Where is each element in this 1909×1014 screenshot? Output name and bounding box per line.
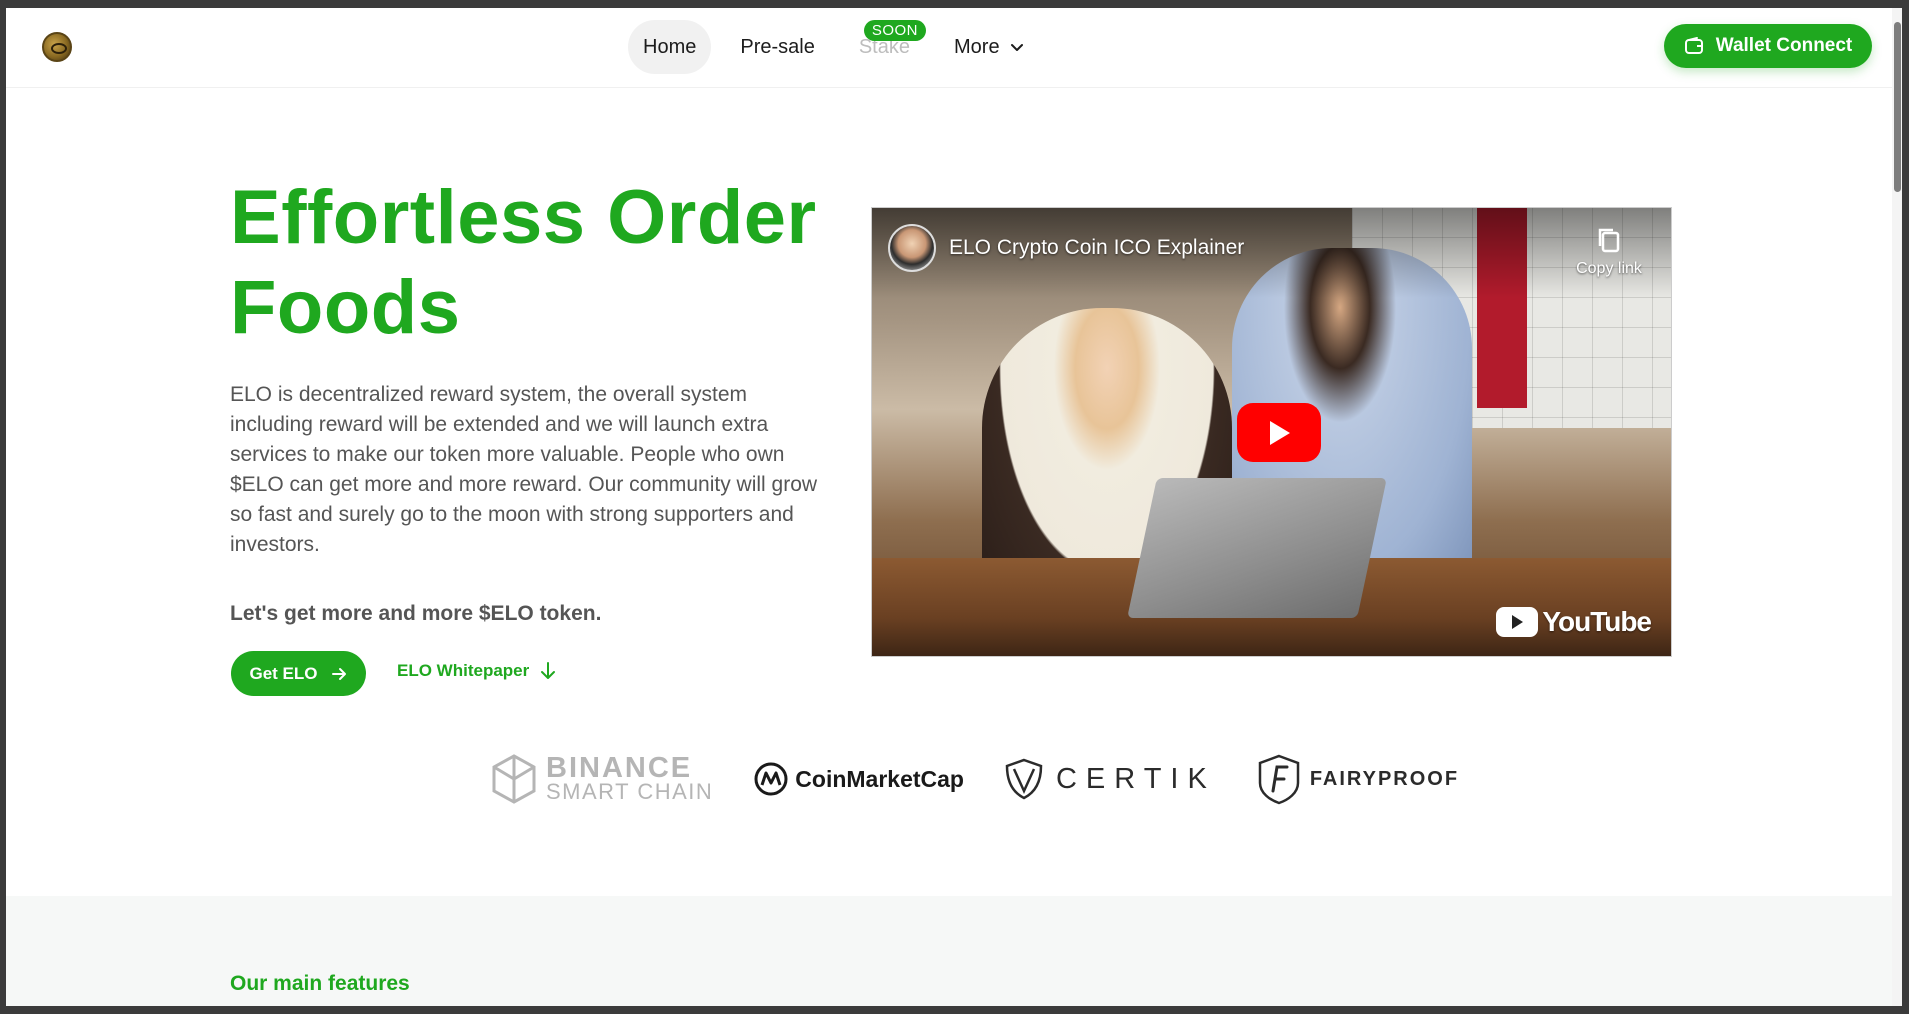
video-scene-laptop — [1127, 478, 1387, 618]
nav-stake[interactable]: Stake SOON — [844, 20, 927, 74]
nav-home[interactable]: Home — [628, 20, 712, 74]
chevron-down-icon — [1010, 44, 1023, 51]
nav-more[interactable]: More — [939, 20, 1039, 74]
copy-icon — [1598, 228, 1620, 253]
arrow-down-icon — [541, 662, 556, 679]
elo-logo[interactable] — [42, 32, 72, 62]
certik-text: CERTIK — [1055, 762, 1216, 795]
fairyproof-text: FAIRYPROOF — [1309, 767, 1460, 790]
channel-avatar[interactable] — [888, 224, 936, 272]
scrollbar-thumb[interactable] — [1894, 22, 1901, 192]
browser-page: Home Pre-sale Stake SOON More Wallet Con… — [6, 8, 1898, 1006]
whitepaper-label: ELO Whitepaper — [397, 661, 530, 680]
soon-badge: SOON — [863, 20, 927, 41]
main-nav: Home Pre-sale Stake SOON More — [628, 20, 1053, 74]
page-scrollbar[interactable] — [1892, 8, 1902, 1006]
youtube-brand-text: YouTube — [1542, 606, 1652, 637]
binance-text: BINANCE — [546, 752, 693, 784]
binance-smart-chain-logo: BINANCE SMART CHAIN — [490, 753, 713, 805]
get-elo-button[interactable]: Get ELO — [231, 651, 366, 696]
copy-link-button[interactable]: Copy link — [1569, 226, 1649, 278]
play-button[interactable] — [1237, 403, 1321, 462]
whitepaper-link[interactable]: ELO Whitepaper — [397, 661, 557, 681]
youtube-play-logo-icon — [1496, 607, 1539, 637]
video-title[interactable]: ELO Crypto Coin ICO Explainer — [949, 236, 1244, 260]
nav-home-label: Home — [643, 35, 697, 58]
wallet-connect-label: Wallet Connect — [1715, 35, 1853, 56]
smart-chain-text: SMART CHAIN — [546, 779, 714, 804]
youtube-video-embed[interactable]: ELO Crypto Coin ICO Explainer Copy link … — [871, 207, 1672, 657]
hero-subtitle: Let's get more and more $ELO token. — [230, 602, 602, 625]
fairyproof-logo: FAIRYPROOF — [1256, 753, 1459, 805]
hero-description: ELO is decentralized reward system, the … — [230, 383, 818, 556]
nav-presale[interactable]: Pre-sale — [725, 20, 829, 74]
wallet-connect-button[interactable]: Wallet Connect — [1664, 24, 1872, 68]
certik-shield-icon — [1005, 758, 1043, 800]
youtube-logo[interactable]: YouTube — [1496, 606, 1652, 638]
coinmarketcap-text: CoinMarketCap — [795, 765, 964, 792]
site-header: Home Pre-sale Stake SOON More Wallet Con… — [6, 8, 1898, 88]
arrow-right-icon — [331, 667, 346, 680]
coinmarketcap-logo: CoinMarketCap — [753, 761, 964, 797]
hero-title: Effortless Order Foods — [230, 175, 817, 350]
features-title: Our main features — [230, 972, 410, 995]
nav-presale-label: Pre-sale — [740, 35, 815, 58]
play-icon — [1270, 420, 1290, 445]
fairyproof-shield-icon — [1258, 754, 1300, 805]
binance-cube-icon — [492, 754, 536, 804]
partner-logos: BINANCE SMART CHAIN CoinMarketCap CERTIK — [490, 748, 1499, 810]
get-elo-label: Get ELO — [249, 663, 318, 683]
wallet-icon — [1684, 37, 1703, 54]
copy-link-label: Copy link — [1576, 260, 1642, 277]
coinmarketcap-icon — [754, 762, 788, 796]
certik-logo: CERTIK — [1004, 757, 1216, 801]
nav-more-label: More — [954, 35, 1000, 58]
